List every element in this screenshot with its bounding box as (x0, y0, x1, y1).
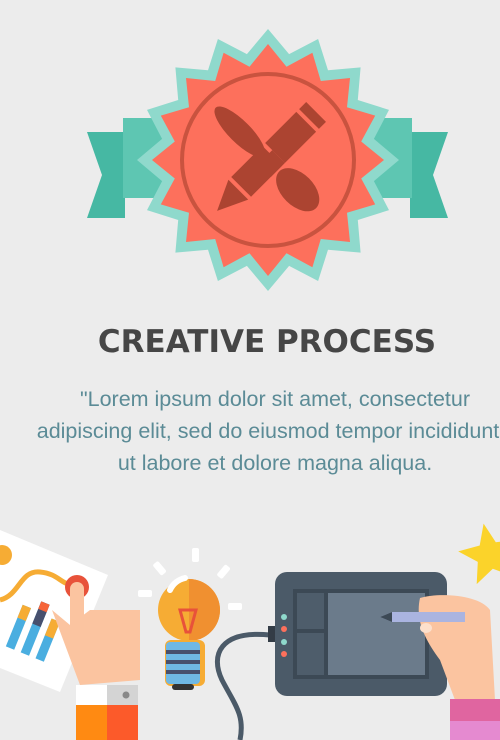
tablet-cable (214, 631, 271, 740)
illustration: CREATIVE PROCESS "Lorem ipsum dolor sit … (0, 29, 500, 740)
quote-line-1: "Lorem ipsum dolor sit amet, consectetur (80, 387, 470, 411)
quote-line-2: adipiscing elit, sed do eiusmod tempor i… (37, 419, 500, 443)
lightbulb-icon (138, 548, 242, 690)
badge-pencil-brush-icon (87, 29, 448, 291)
ribbon-right-tail (410, 132, 448, 218)
page-title: CREATIVE PROCESS (98, 324, 436, 360)
quote-line-3: ut labore et dolore magna aliqua. (118, 451, 432, 475)
creative-process-poster: CREATIVE PROCESS "Lorem ipsum dolor sit … (0, 0, 500, 740)
star-icon (458, 523, 500, 585)
drawing-tablet-icon (268, 572, 447, 696)
ribbon-left-tail (87, 132, 125, 218)
